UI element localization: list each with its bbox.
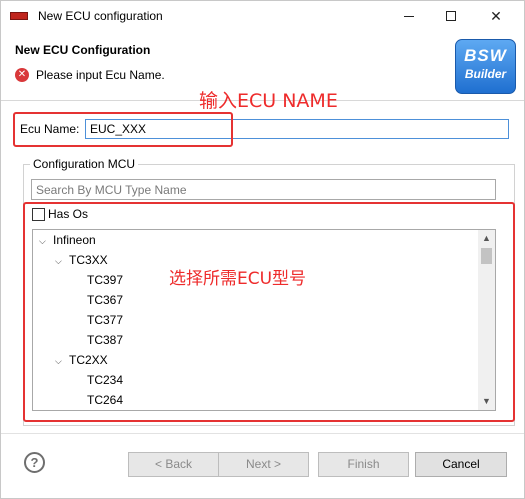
error-icon: ✕ <box>15 68 29 82</box>
help-icon[interactable]: ? <box>24 452 45 473</box>
annotation-name-hint: 输入ECU NAME <box>199 90 338 112</box>
next-button[interactable]: Next > <box>218 452 309 477</box>
footer-divider <box>1 433 524 434</box>
close-button[interactable]: ✕ <box>473 1 519 31</box>
maximize-icon <box>446 11 456 21</box>
bsw-builder-logo: BSW Builder <box>455 39 516 94</box>
page-title: New ECU Configuration <box>15 43 151 57</box>
back-button[interactable]: < Back <box>128 452 219 477</box>
window-title: New ECU configuration <box>38 9 163 23</box>
annotation-mcu-hint: 选择所需ECU型号 <box>169 269 307 289</box>
mcu-search-input[interactable]: Search By MCU Type Name <box>31 179 496 200</box>
maximize-button[interactable] <box>428 1 474 31</box>
header-message: Please input Ecu Name. <box>36 68 165 82</box>
annotation-box-ecu-name <box>13 112 233 147</box>
dialog-window: New ECU configuration ✕ New ECU Configur… <box>0 0 525 499</box>
close-icon: ✕ <box>490 7 502 24</box>
configuration-mcu-legend: Configuration MCU <box>30 157 139 171</box>
cancel-button[interactable]: Cancel <box>415 452 507 477</box>
minimize-icon <box>404 15 414 17</box>
app-icon <box>10 12 28 20</box>
minimize-button[interactable] <box>386 1 432 31</box>
title-bar[interactable]: New ECU configuration ✕ <box>1 1 524 31</box>
logo-line2: Builder <box>464 67 507 81</box>
logo-line1: BSW <box>464 46 507 65</box>
annotation-box-mcu <box>23 202 515 422</box>
finish-button[interactable]: Finish <box>318 452 409 477</box>
